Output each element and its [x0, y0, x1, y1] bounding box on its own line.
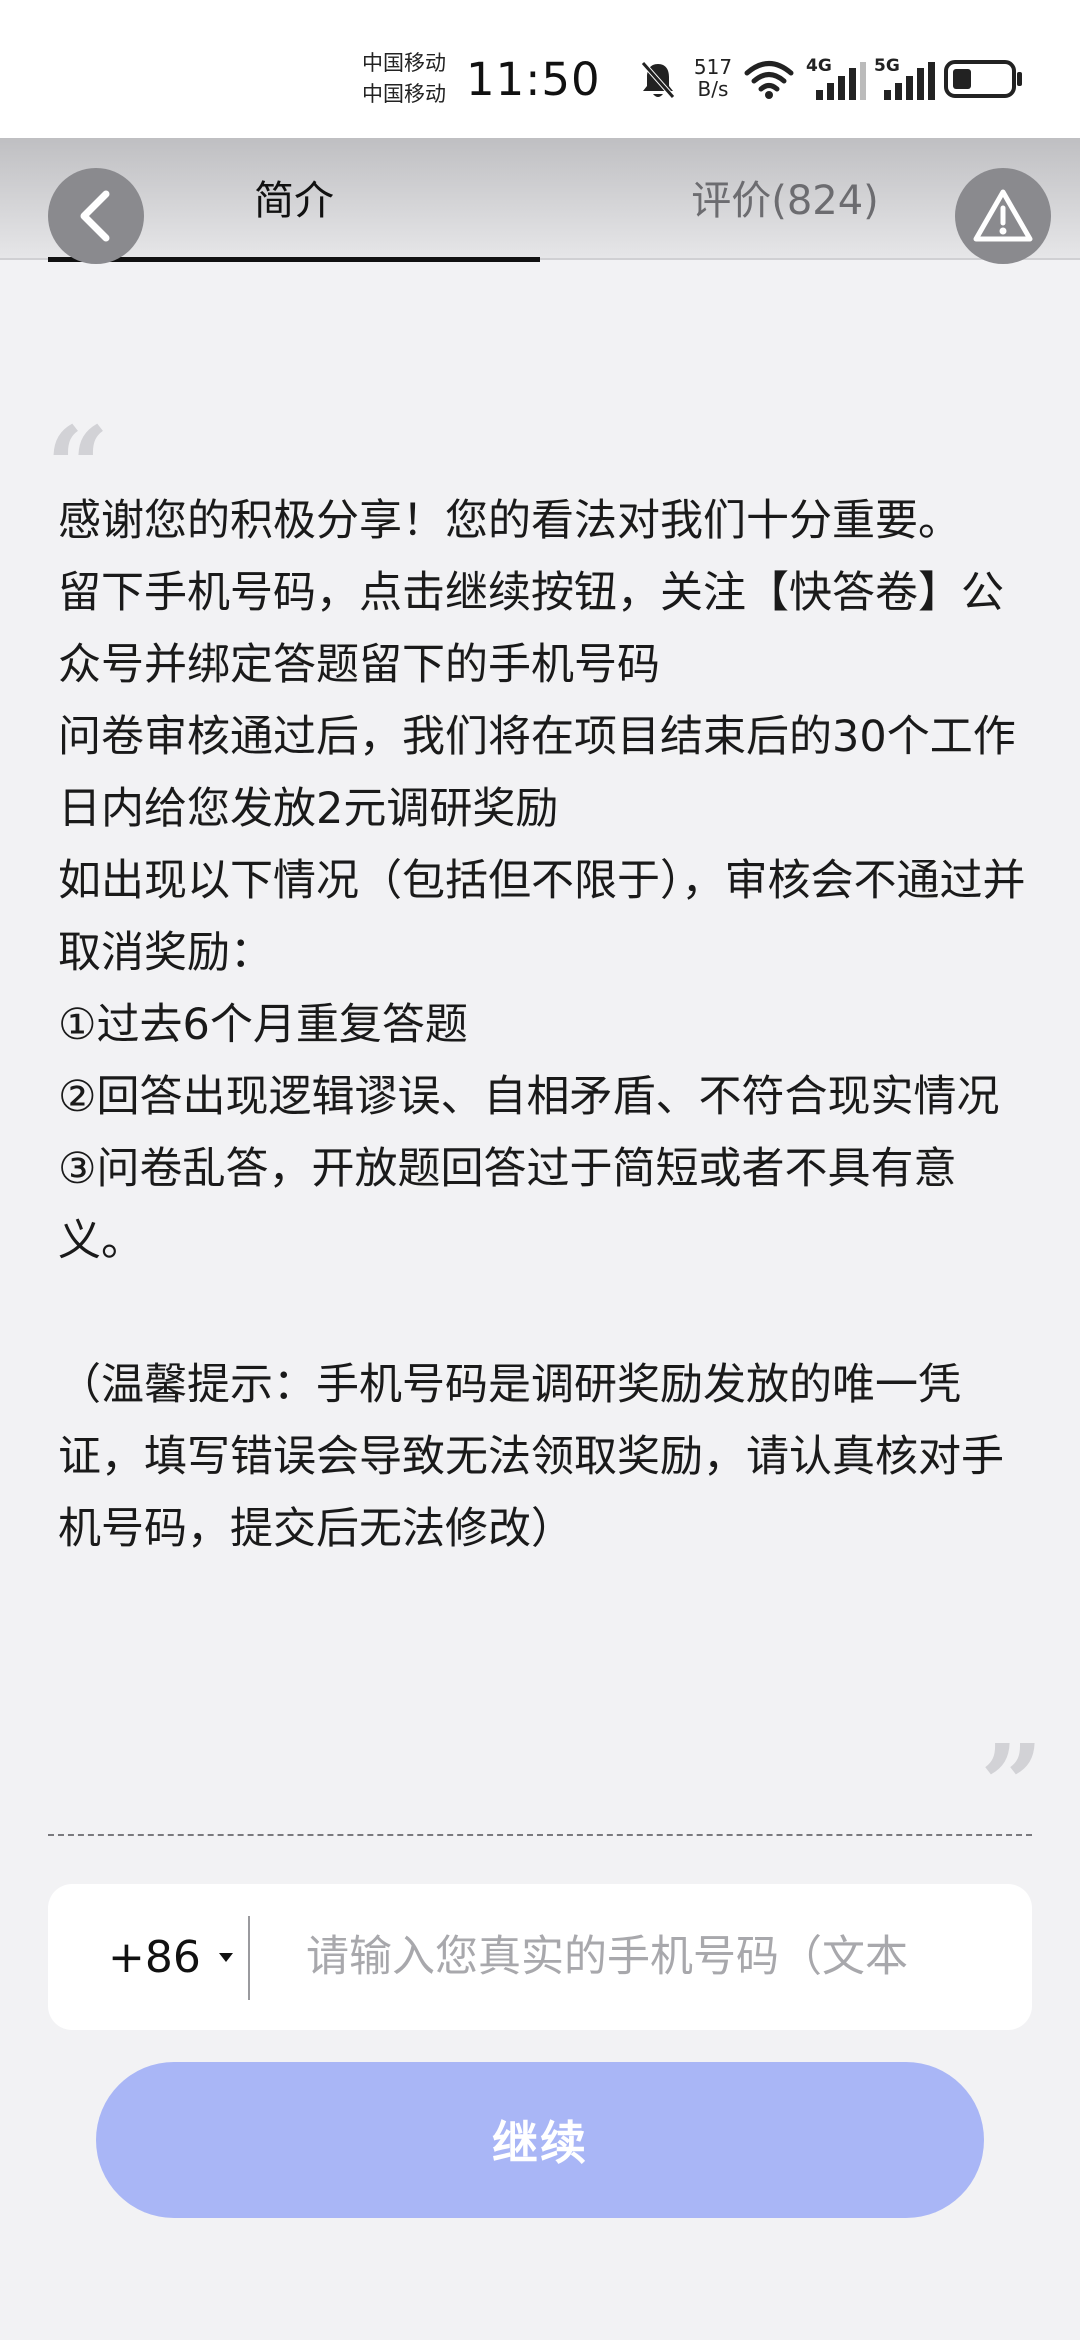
country-code-select[interactable]: +86	[108, 1884, 233, 2030]
carrier-names: 中国移动 中国移动	[362, 48, 446, 110]
chevron-left-icon	[80, 190, 110, 242]
wifi-icon	[744, 61, 794, 99]
intro-rule-item: ①过去6个月重复答题	[58, 1000, 468, 1050]
intro-description: 感谢您的积极分享！您的看法对我们十分重要。 留下手机号码，点击继续按钮，关注【快…	[58, 485, 1026, 1565]
intro-paragraph: 感谢您的积极分享！您的看法对我们十分重要。	[58, 496, 961, 546]
network-speed: 517 B/s	[690, 56, 736, 100]
intro-rule-item: ③问卷乱答，开放题回答过于简短或者不具有意义。	[58, 1144, 957, 1266]
active-tab-indicator	[48, 257, 540, 262]
caret-down-icon	[218, 1952, 233, 1962]
phone-input-box: +86	[48, 1884, 1032, 2030]
report-button[interactable]	[955, 168, 1051, 264]
bell-off-icon	[641, 61, 675, 99]
intro-paragraph: 留下手机号码，点击继续按钮，关注【快答卷】公众号并绑定答题留下的手机号码	[58, 568, 1004, 690]
phone-number-input[interactable]	[276, 1884, 1016, 2030]
back-button[interactable]	[48, 168, 144, 264]
network-speed-value: 517	[693, 55, 733, 79]
section-divider	[48, 1834, 1032, 1836]
intro-rule-item: ②回答出现逻辑谬误、自相矛盾、不符合现实情况	[58, 1072, 1000, 1122]
continue-button[interactable]: 继续	[96, 2062, 984, 2218]
clock: 11:50	[466, 53, 601, 106]
intro-tip: （温馨提示：手机号码是调研奖励发放的唯一凭证，填写错误会导致无法领取奖励，请认真…	[58, 1360, 1004, 1554]
intro-paragraph: 问卷审核通过后，我们将在项目结束后的30个工作日内给您发放2元调研奖励	[58, 712, 1016, 834]
carrier-2: 中国移动	[362, 82, 446, 106]
signal-5g-icon: 5G	[874, 56, 936, 100]
header-bar: 简介 评价(824)	[0, 138, 1080, 264]
battery-icon	[944, 60, 1022, 98]
close-quote-mark: ”	[980, 1720, 1044, 1849]
input-divider	[248, 1916, 250, 2000]
country-code: +86	[108, 1931, 201, 1983]
network-speed-unit: B/s	[697, 77, 729, 101]
warning-triangle-icon	[973, 189, 1033, 242]
carrier-1: 中国移动	[362, 51, 446, 75]
signal-4g-icon: 4G	[806, 56, 866, 100]
status-bar: 中国移动 中国移动 11:50 517 B/s 4G 5G	[0, 0, 1080, 138]
tab-reviews[interactable]: 评价(824)	[660, 168, 910, 226]
intro-paragraph: 如出现以下情况（包括但不限于），审核会不通过并取消奖励：	[58, 856, 1026, 978]
